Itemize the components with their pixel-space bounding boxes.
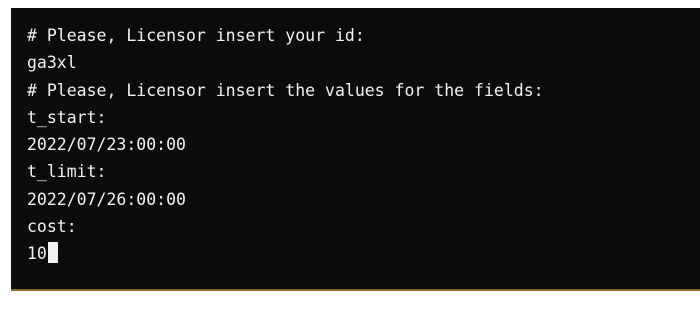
field-value-t-limit: 2022/07/26:00:00	[27, 189, 186, 209]
field-label-cost: cost:	[27, 217, 77, 237]
terminal-window[interactable]: # Please, Licensor insert your id: ga3xl…	[11, 8, 700, 289]
field-label-t-start: t_start:	[27, 107, 107, 127]
current-input-text[interactable]: 10	[27, 244, 47, 263]
input-id-value: ga3xl	[27, 53, 77, 73]
prompt-id: # Please, Licensor insert your id:	[27, 26, 365, 45]
field-label-t-limit: t_limit:	[27, 162, 107, 182]
text-cursor	[47, 242, 58, 264]
input-line[interactable]: 10	[27, 240, 700, 267]
prompt-fields: # Please, Licensor insert the values for…	[27, 80, 544, 100]
field-value-t-start: 2022/07/23:00:00	[27, 135, 186, 155]
terminal-bottom-border	[11, 289, 700, 291]
terminal-output: # Please, Licensor insert your id: ga3xl…	[27, 22, 700, 268]
